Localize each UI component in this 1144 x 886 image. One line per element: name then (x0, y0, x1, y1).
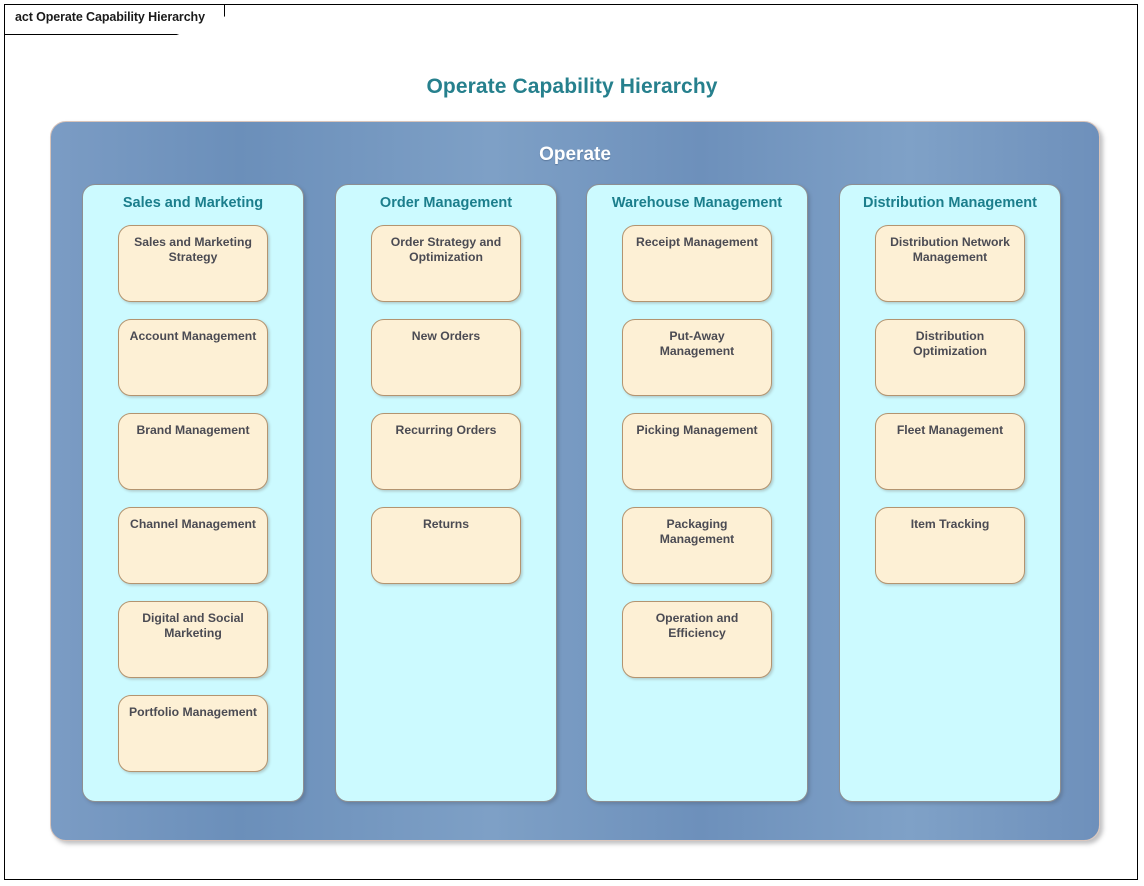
diagram-frame-tab-label: act Operate Capability Hierarchy (15, 10, 205, 24)
capability-box[interactable]: Account Management (118, 319, 268, 396)
diagram-frame-tab: act Operate Capability Hierarchy (5, 5, 225, 35)
capability-box[interactable]: Receipt Management (622, 225, 772, 302)
capability-label: Sales and Marketing Strategy (125, 235, 261, 265)
capability-label: Receipt Management (629, 235, 765, 250)
capability-box[interactable]: Distribution Optimization (875, 319, 1025, 396)
capability-label: Returns (378, 517, 514, 532)
page-title: Operate Capability Hierarchy (5, 75, 1139, 99)
category-header: Sales and Marketing (83, 195, 303, 211)
capability-label: New Orders (378, 329, 514, 344)
capability-label: Brand Management (125, 423, 261, 438)
capability-list: Order Strategy and Optimization New Orde… (336, 225, 556, 601)
capability-label: Distribution Network Management (882, 235, 1018, 265)
capability-list: Receipt Management Put-Away Management P… (587, 225, 807, 695)
capability-box[interactable]: Sales and Marketing Strategy (118, 225, 268, 302)
capability-label: Portfolio Management (125, 705, 261, 720)
category-header: Order Management (336, 195, 556, 211)
capability-label: Operation and Efficiency (629, 611, 765, 641)
capability-label: Distribution Optimization (882, 329, 1018, 359)
operate-root-panel: Operate Sales and Marketing Sales and Ma… (50, 121, 1100, 841)
capability-label: Digital and Social Marketing (125, 611, 261, 641)
capability-label: Packaging Management (629, 517, 765, 547)
category-column-order-management[interactable]: Order Management Order Strategy and Opti… (335, 184, 557, 802)
capability-box[interactable]: Item Tracking (875, 507, 1025, 584)
capability-label: Account Management (125, 329, 261, 344)
uml-diagram-frame: act Operate Capability Hierarchy Operate… (4, 4, 1138, 880)
capability-box[interactable]: New Orders (371, 319, 521, 396)
capability-label: Put-Away Management (629, 329, 765, 359)
category-column-distribution-management[interactable]: Distribution Management Distribution Net… (839, 184, 1061, 802)
capability-box[interactable]: Channel Management (118, 507, 268, 584)
root-panel-label: Operate (51, 144, 1099, 166)
capability-list: Distribution Network Management Distribu… (840, 225, 1060, 601)
capability-label: Channel Management (125, 517, 261, 532)
category-header: Distribution Management (840, 195, 1060, 211)
capability-box[interactable]: Order Strategy and Optimization (371, 225, 521, 302)
capability-list: Sales and Marketing Strategy Account Man… (83, 225, 303, 789)
capability-box[interactable]: Put-Away Management (622, 319, 772, 396)
capability-box[interactable]: Operation and Efficiency (622, 601, 772, 678)
capability-box[interactable]: Returns (371, 507, 521, 584)
capability-box[interactable]: Packaging Management (622, 507, 772, 584)
category-column-sales-and-marketing[interactable]: Sales and Marketing Sales and Marketing … (82, 184, 304, 802)
capability-label: Item Tracking (882, 517, 1018, 532)
capability-box[interactable]: Picking Management (622, 413, 772, 490)
capability-label: Order Strategy and Optimization (378, 235, 514, 265)
capability-box[interactable]: Distribution Network Management (875, 225, 1025, 302)
capability-box[interactable]: Recurring Orders (371, 413, 521, 490)
capability-box[interactable]: Digital and Social Marketing (118, 601, 268, 678)
capability-box[interactable]: Fleet Management (875, 413, 1025, 490)
capability-box[interactable]: Brand Management (118, 413, 268, 490)
category-column-warehouse-management[interactable]: Warehouse Management Receipt Management … (586, 184, 808, 802)
capability-label: Picking Management (629, 423, 765, 438)
capability-label: Fleet Management (882, 423, 1018, 438)
capability-box[interactable]: Portfolio Management (118, 695, 268, 772)
capability-label: Recurring Orders (378, 423, 514, 438)
category-header: Warehouse Management (587, 195, 807, 211)
